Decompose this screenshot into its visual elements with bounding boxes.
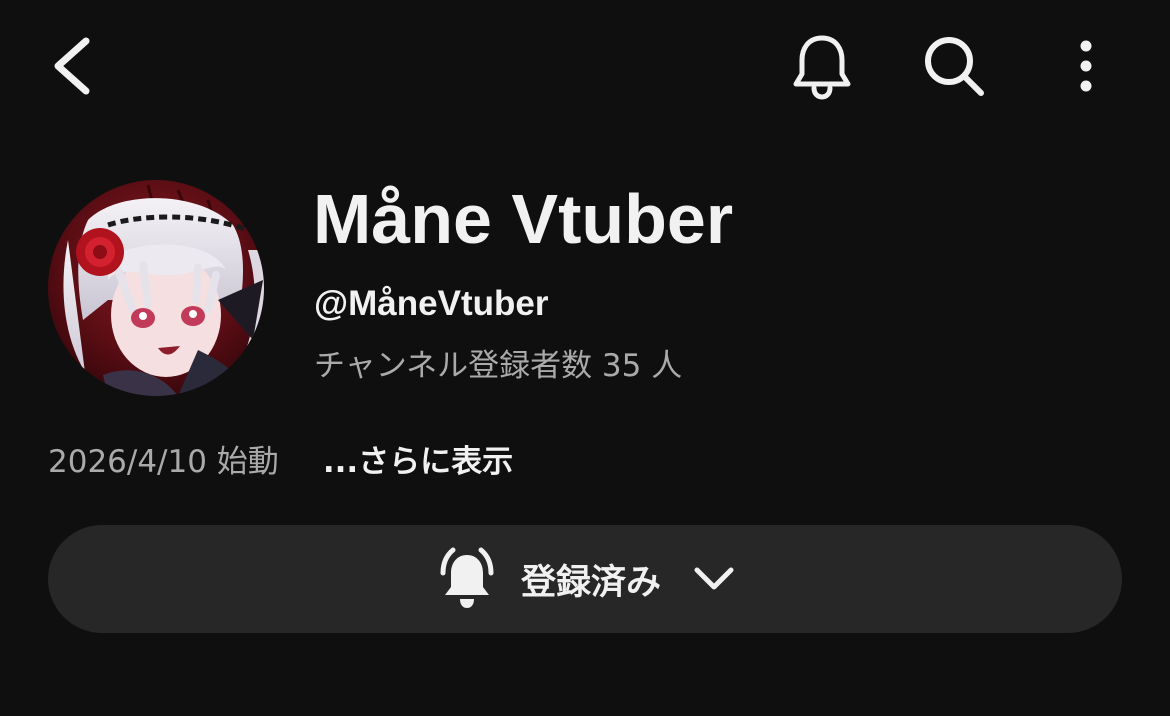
channel-avatar[interactable] bbox=[48, 180, 264, 396]
subscriber-count: チャンネル登録者数 35 人 bbox=[314, 348, 683, 384]
bell-icon bbox=[793, 35, 851, 100]
top-app-bar bbox=[0, 0, 1170, 140]
show-more-link[interactable]: ...さらに表示 bbox=[323, 436, 513, 481]
more-options-button[interactable] bbox=[1060, 30, 1112, 102]
subscribed-label: 登録済み bbox=[520, 562, 661, 603]
bell-ringing-icon bbox=[440, 547, 494, 608]
avatar-image bbox=[48, 180, 264, 396]
chevron-down-icon bbox=[694, 567, 734, 590]
back-button[interactable] bbox=[40, 30, 102, 102]
channel-description[interactable]: 2026/4/10 始動 ...さらに表示 bbox=[48, 434, 513, 482]
search-button[interactable] bbox=[916, 30, 992, 102]
subscribed-button[interactable]: 登録済み bbox=[48, 525, 1122, 633]
more-vertical-icon bbox=[1080, 40, 1092, 92]
notifications-button[interactable] bbox=[786, 30, 858, 102]
search-icon bbox=[925, 37, 984, 96]
channel-name: Måne Vtuber bbox=[313, 180, 734, 258]
chevron-left-icon bbox=[54, 37, 90, 95]
rose-accent bbox=[76, 228, 124, 276]
channel-handle: @MåneVtuber bbox=[314, 284, 549, 323]
description-text: 2026/4/10 始動 bbox=[48, 443, 279, 480]
